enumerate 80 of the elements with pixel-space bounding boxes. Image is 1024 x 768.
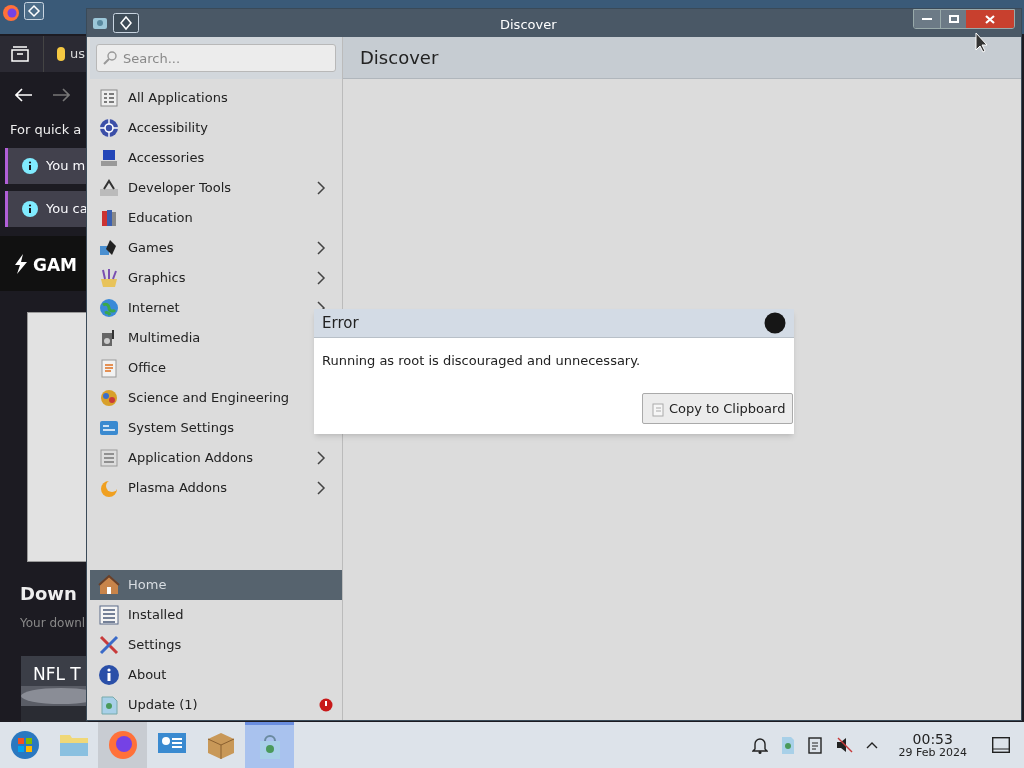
firefox-icon	[106, 729, 139, 761]
nav-label: Home	[128, 576, 167, 595]
section-subheading: Your downl	[20, 615, 86, 632]
section-heading: Down	[20, 582, 77, 606]
pin-icon[interactable]	[113, 13, 139, 33]
close-button[interactable]	[966, 10, 1014, 28]
nav-label: About	[128, 666, 167, 685]
nav-item[interactable]: Home	[90, 570, 342, 600]
nav-item[interactable]: Settings	[90, 630, 342, 660]
info-icon	[98, 664, 120, 686]
category-item[interactable]: Graphics	[128, 268, 186, 288]
back-arrow-icon[interactable]	[15, 88, 33, 102]
category-item[interactable]: Games	[128, 238, 174, 258]
compass-icon	[98, 117, 120, 139]
category-item[interactable]: Accessories	[128, 148, 205, 168]
clock-date[interactable]: 29 Feb 2024	[898, 747, 967, 758]
nav-item[interactable]: About	[90, 660, 342, 690]
category-item[interactable]: Internet	[128, 298, 180, 318]
globe-icon	[98, 297, 120, 319]
close-icon	[985, 14, 995, 24]
category-item[interactable]: Plasma Addons	[128, 478, 228, 498]
minimize-button[interactable]	[914, 10, 940, 28]
pin-icon[interactable]	[24, 2, 44, 20]
dialog-title: Error	[322, 312, 359, 334]
notice-text: You m	[46, 157, 86, 176]
prompt-text: For quick a	[10, 121, 82, 139]
search-icon	[103, 51, 117, 65]
page-title: Discover	[360, 46, 439, 70]
taskbar-button[interactable]	[98, 722, 147, 768]
category-item[interactable]: Science and Engineering	[128, 388, 290, 408]
tools-icon	[98, 177, 120, 199]
window-title: Discover	[500, 16, 557, 34]
tab-title[interactable]: us	[70, 44, 85, 64]
clipboard-icon[interactable]	[807, 736, 822, 754]
list-icon	[98, 604, 120, 626]
atom-icon	[98, 387, 120, 409]
computer-icon	[98, 147, 120, 169]
category-item[interactable]: System Settings	[128, 418, 234, 438]
firefox-icon[interactable]	[2, 4, 20, 22]
bell-icon[interactable]	[751, 736, 768, 754]
start-orb-icon	[8, 729, 41, 761]
forward-arrow-icon[interactable]	[52, 88, 70, 102]
close-dot-icon[interactable]	[764, 312, 786, 334]
update-package-icon[interactable]	[780, 735, 795, 755]
nav-item[interactable]: Installed	[90, 600, 342, 630]
house-icon	[98, 574, 120, 596]
info-icon	[22, 158, 38, 174]
update-package-icon	[98, 694, 120, 716]
chevron-up-icon[interactable]	[865, 741, 878, 749]
clipboard-icon	[650, 400, 664, 417]
nav-label: Installed	[128, 606, 184, 625]
category-item[interactable]: Developer Tools	[128, 178, 232, 198]
nav-label: Update (1)	[128, 696, 198, 715]
category-item[interactable]: All Applications	[128, 88, 228, 108]
grid-icon	[98, 87, 120, 109]
brushes-icon	[98, 267, 120, 289]
tab-favicon-icon	[56, 46, 66, 62]
bolt-icon	[14, 254, 28, 274]
tab-overview-icon[interactable]	[11, 46, 29, 62]
minimize-icon	[922, 17, 932, 21]
category-item[interactable]: Accessibility	[128, 118, 208, 138]
office-icon	[98, 357, 120, 379]
category-item[interactable]: Education	[128, 208, 193, 228]
maximize-icon	[948, 15, 959, 23]
dialog-message: Running as root is discouraged and unnecessary.	[322, 352, 642, 370]
addon-list-icon	[98, 447, 120, 469]
search-field[interactable]: Search...	[96, 44, 336, 72]
category-item[interactable]: Office	[128, 358, 166, 378]
category-item[interactable]: Multimedia	[128, 328, 201, 348]
mouse-cursor-icon	[975, 32, 988, 53]
category-item[interactable]: Application Addons	[128, 448, 253, 468]
maximize-button[interactable]	[940, 10, 966, 28]
info-icon	[22, 201, 38, 217]
wrench-screwdriver-icon	[98, 634, 120, 656]
show-desktop-icon[interactable]	[992, 737, 1010, 753]
nav-label: Settings	[128, 636, 182, 655]
clock-time[interactable]: 00:53	[912, 732, 953, 746]
nav-item[interactable]: Update (1)	[90, 690, 342, 720]
muted-speaker-icon[interactable]	[834, 736, 853, 754]
copy-button[interactable]: Copy to Clipboard	[642, 393, 794, 424]
